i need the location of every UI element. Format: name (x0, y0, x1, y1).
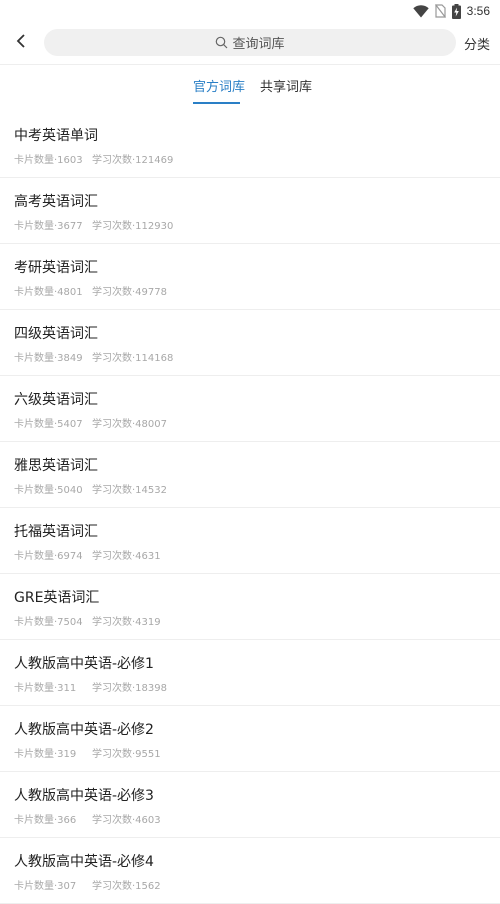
study-count: 学习次数·114168 (92, 353, 174, 364)
list-item[interactable]: 人教版高中英语-必修3 卡片数量·366 学习次数·4603 (0, 772, 500, 838)
wordbook-title: 高考英语词汇 (14, 194, 98, 210)
wordbook-title: 六级英语词汇 (14, 392, 98, 408)
search-icon (215, 36, 228, 49)
study-count: 学习次数·121469 (92, 155, 174, 166)
tab-active-indicator (193, 102, 240, 104)
wordbook-meta: 卡片数量·4801 学习次数·49778 (14, 283, 167, 298)
card-count: 卡片数量·366 (14, 815, 77, 826)
card-count: 卡片数量·1603 (14, 155, 83, 166)
wordbook-title: 中考英语单词 (14, 128, 98, 144)
wordbook-meta: 卡片数量·3677 学习次数·112930 (14, 217, 173, 232)
study-count: 学习次数·4603 (92, 815, 161, 826)
card-count: 卡片数量·3849 (14, 353, 83, 364)
search-input[interactable]: 查询词库 (44, 29, 456, 56)
card-count: 卡片数量·5407 (14, 419, 83, 430)
wordbook-meta: 卡片数量·1603 学习次数·121469 (14, 151, 173, 166)
list-item[interactable]: 人教版高中英语-必修4 卡片数量·307 学习次数·1562 (0, 838, 500, 904)
card-count: 卡片数量·5040 (14, 485, 83, 496)
list-item[interactable]: 六级英语词汇 卡片数量·5407 学习次数·48007 (0, 376, 500, 442)
chevron-left-icon (15, 33, 27, 53)
wordbook-title: 考研英语词汇 (14, 260, 98, 276)
wordbook-title: GRE英语词汇 (14, 590, 100, 606)
wordbook-title: 人教版高中英语-必修1 (14, 656, 154, 672)
wordbook-list: 中考英语单词 卡片数量·1603 学习次数·121469 高考英语词汇 卡片数量… (0, 112, 500, 904)
card-count: 卡片数量·7504 (14, 617, 83, 628)
wordbook-meta: 卡片数量·366 学习次数·4603 (14, 811, 161, 826)
wordbook-title: 托福英语词汇 (14, 524, 98, 540)
study-count: 学习次数·4631 (92, 551, 161, 562)
list-item[interactable]: 托福英语词汇 卡片数量·6974 学习次数·4631 (0, 508, 500, 574)
study-count: 学习次数·4319 (92, 617, 161, 628)
study-count: 学习次数·14532 (92, 485, 167, 496)
battery-charging-icon (451, 3, 461, 19)
card-count: 卡片数量·311 (14, 683, 77, 694)
tab-bar: 官方词库 共享词库 (0, 65, 500, 105)
wordbook-title: 雅思英语词汇 (14, 458, 98, 474)
status-time: 3:56 (466, 4, 490, 18)
tab-official-wordbooks[interactable]: 官方词库 (193, 76, 245, 95)
card-count: 卡片数量·6974 (14, 551, 83, 562)
list-item[interactable]: 人教版高中英语-必修1 卡片数量·311 学习次数·18398 (0, 640, 500, 706)
study-count: 学习次数·18398 (92, 683, 167, 694)
list-item[interactable]: 高考英语词汇 卡片数量·3677 学习次数·112930 (0, 178, 500, 244)
wordbook-meta: 卡片数量·311 学习次数·18398 (14, 679, 167, 694)
list-item[interactable]: GRE英语词汇 卡片数量·7504 学习次数·4319 (0, 574, 500, 640)
no-sim-icon (434, 4, 446, 18)
wordbook-meta: 卡片数量·319 学习次数·9551 (14, 745, 161, 760)
category-button[interactable]: 分类 (464, 34, 490, 53)
study-count: 学习次数·112930 (92, 221, 174, 232)
card-count: 卡片数量·3677 (14, 221, 83, 232)
study-count: 学习次数·9551 (92, 749, 161, 760)
list-item[interactable]: 雅思英语词汇 卡片数量·5040 学习次数·14532 (0, 442, 500, 508)
wordbook-meta: 卡片数量·7504 学习次数·4319 (14, 613, 161, 628)
wordbook-meta: 卡片数量·5040 学习次数·14532 (14, 481, 167, 496)
wordbook-meta: 卡片数量·3849 学习次数·114168 (14, 349, 173, 364)
back-button[interactable] (6, 28, 36, 58)
wordbook-title: 四级英语词汇 (14, 326, 98, 342)
tab-shared-wordbooks[interactable]: 共享词库 (260, 76, 312, 95)
wordbook-meta: 卡片数量·5407 学习次数·48007 (14, 415, 167, 430)
wordbook-title: 人教版高中英语-必修3 (14, 788, 154, 804)
wordbook-title: 人教版高中英语-必修4 (14, 854, 154, 870)
study-count: 学习次数·49778 (92, 287, 167, 298)
list-item[interactable]: 考研英语词汇 卡片数量·4801 学习次数·49778 (0, 244, 500, 310)
status-bar: 3:56 (0, 0, 500, 22)
card-count: 卡片数量·4801 (14, 287, 83, 298)
wifi-icon (412, 4, 429, 18)
wordbook-title: 人教版高中英语-必修2 (14, 722, 154, 738)
wordbook-meta: 卡片数量·6974 学习次数·4631 (14, 547, 161, 562)
card-count: 卡片数量·319 (14, 749, 77, 760)
search-placeholder: 查询词库 (232, 37, 285, 52)
list-item[interactable]: 人教版高中英语-必修2 卡片数量·319 学习次数·9551 (0, 706, 500, 772)
list-item[interactable]: 四级英语词汇 卡片数量·3849 学习次数·114168 (0, 310, 500, 376)
list-item[interactable]: 中考英语单词 卡片数量·1603 学习次数·121469 (0, 112, 500, 178)
app-bar: 查询词库 分类 (0, 22, 500, 64)
study-count: 学习次数·48007 (92, 419, 167, 430)
